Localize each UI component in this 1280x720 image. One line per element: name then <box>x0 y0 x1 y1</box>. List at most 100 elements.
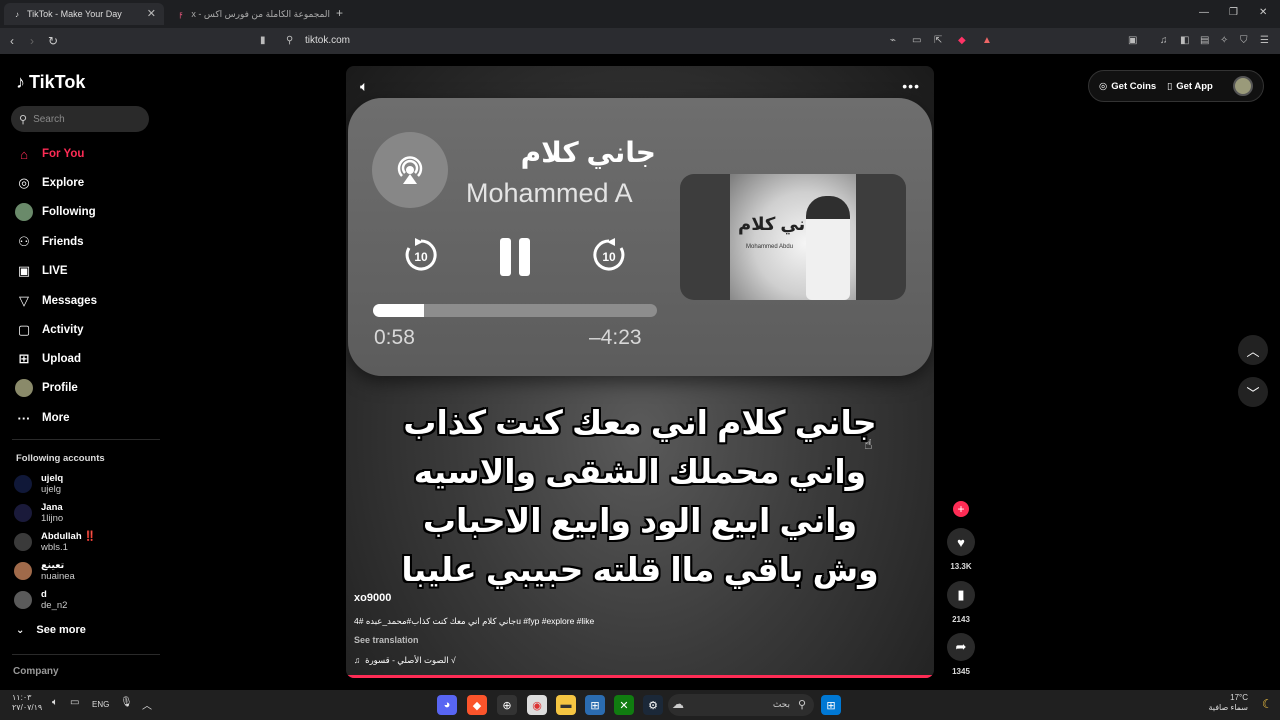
site-info-icon[interactable]: ⚲ <box>286 35 293 46</box>
save-button[interactable]: ▮ 2143 <box>947 581 975 624</box>
messages-icon: ▽ <box>19 293 29 308</box>
see-more-button[interactable]: ⌄ See more <box>16 619 86 641</box>
following-account[interactable]: d de_n2 <box>14 587 67 613</box>
bookmark-icon[interactable]: ▮ <box>260 35 266 46</box>
following-account[interactable]: تعينع nuainea <box>14 558 75 584</box>
following-account[interactable]: Abdullah ‼️ wbls.1 <box>14 529 96 555</box>
account-username: wbls.1 <box>41 542 68 553</box>
follow-plus-button[interactable]: + <box>953 501 969 517</box>
nav-label: For You <box>42 148 85 160</box>
artist-name: Mohammed A <box>466 178 633 208</box>
moon-icon: ☾ <box>1262 697 1273 711</box>
lyric-line: جاني كلام اني معك كنت كذاب <box>403 404 877 441</box>
back-icon[interactable]: ‹ <box>10 34 14 48</box>
nav-explore[interactable]: ◎ Explore <box>14 172 84 194</box>
speaker-icon[interactable]: 🔈︎ <box>52 697 58 708</box>
tab-second[interactable]: ϝ المجموعة الكاملة من فورس اكس - recex <box>168 3 330 25</box>
following-account[interactable]: ujelq ujelg <box>14 471 63 497</box>
more-options-icon[interactable]: ••• <box>902 78 920 94</box>
video-player[interactable]: 🔈︎ ••• جاني كلام Mohammed A 10 10 0:58 –… <box>346 66 934 678</box>
share-button[interactable]: ➦ 1345 <box>947 633 975 676</box>
translate-icon[interactable]: ⌁ <box>890 35 896 46</box>
next-video-button[interactable]: ﹀ <box>1238 377 1268 407</box>
menu-icon[interactable]: ☰ <box>1260 35 1269 46</box>
friends-icon: ⚇ <box>18 234 30 249</box>
previous-video-button[interactable]: ︿ <box>1238 335 1268 365</box>
language-indicator[interactable]: ENG <box>92 700 109 709</box>
volume-icon[interactable]: 🔈︎ <box>360 78 368 95</box>
tray-chevron-icon[interactable]: ︿ <box>142 697 152 712</box>
windows-taskbar: ١١:٠٣ ٢٧/٠٧/١٩ 🔈︎ ▭ ENG 🎙︎ ︿ ◕ ◆ ⊕ ◉ ▬ ⊞… <box>0 690 1280 720</box>
nav-messages[interactable]: ▽ Messages <box>14 290 97 312</box>
app-icon[interactable]: ⊕ <box>497 695 517 715</box>
music-label: الصوت الأصلي - قسورة √ <box>365 655 456 665</box>
brave-icon[interactable]: ◆ <box>467 695 487 715</box>
screen-icon[interactable]: ▭ <box>912 35 921 46</box>
search-input[interactable]: ⚲ Search <box>11 106 149 132</box>
brave-shield-icon[interactable]: ◆ <box>958 35 966 46</box>
skip-forward-icon: 10 <box>590 236 628 279</box>
network-icon[interactable]: ▭ <box>70 697 79 708</box>
steam-icon[interactable]: ⚙ <box>643 695 663 715</box>
weather-widget[interactable]: 17°C سماء صافية <box>1202 693 1248 713</box>
vpn-icon[interactable]: ⛉ <box>1240 35 1248 46</box>
nav-following[interactable]: Following <box>14 201 96 223</box>
nav-friends[interactable]: ⚇ Friends <box>14 231 83 253</box>
maximize-icon[interactable]: ❐ <box>1229 7 1238 18</box>
file-explorer-icon[interactable]: ▬ <box>556 695 576 715</box>
nav-live[interactable]: ▣ LIVE <box>14 260 68 282</box>
airplay-icon <box>372 132 448 208</box>
new-tab-icon[interactable]: + <box>336 6 343 20</box>
weather-temp: 17°C <box>1230 693 1248 702</box>
close-window-icon[interactable]: ✕ <box>1259 7 1267 18</box>
get-coins-label: Get Coins <box>1111 80 1157 92</box>
video-progress-bar[interactable] <box>346 675 934 678</box>
avatar <box>14 504 32 522</box>
see-translation-link[interactable]: See translation <box>354 635 419 645</box>
ai-icon[interactable]: ✧ <box>1220 35 1228 46</box>
chrome-icon[interactable]: ◉ <box>527 695 547 715</box>
music-icon[interactable]: ♫ <box>1160 35 1168 46</box>
sidebar-toggle-icon[interactable]: ◧ <box>1180 35 1189 46</box>
get-app-button[interactable]: ▯ Get App <box>1167 76 1213 96</box>
nav-upload[interactable]: ⊞ Upload <box>14 348 81 370</box>
company-link[interactable]: Company <box>13 666 59 677</box>
nav-activity[interactable]: ▢ Activity <box>14 319 84 341</box>
microphone-icon[interactable]: 🎙︎ <box>120 697 133 708</box>
share-icon[interactable]: ⇱ <box>934 35 942 46</box>
lyric-line: واني ابيع الود وابيع الاحباب <box>422 502 858 539</box>
account-username: ujelg <box>41 484 62 495</box>
user-avatar[interactable] <box>1233 76 1253 96</box>
xbox-icon[interactable]: ✕ <box>614 695 634 715</box>
get-coins-button[interactable]: ◎ Get Coins <box>1099 76 1156 96</box>
windows-start-icon[interactable]: ⊞ <box>821 695 841 715</box>
tab-tiktok[interactable]: ♪ TikTok - Make Your Day ✕ <box>4 3 164 25</box>
taskbar-search[interactable]: ☁ بحث ⚲ <box>668 694 814 716</box>
video-author[interactable]: xo9000 <box>354 592 391 604</box>
singer-image <box>806 196 850 300</box>
following-account[interactable]: Jana 1lijno <box>14 500 63 526</box>
nav-profile[interactable]: Profile <box>14 377 78 399</box>
nav-more[interactable]: ··· More <box>14 407 70 429</box>
extensions-icon[interactable]: ▤ <box>1200 35 1209 46</box>
clock-date: ٢٧/٠٧/١٩ <box>12 703 43 712</box>
like-button[interactable]: ♥ 13.3K <box>947 528 975 571</box>
nav-for-you[interactable]: ⌂ For You <box>14 143 84 165</box>
nav-label: LIVE <box>42 265 68 277</box>
close-tab-icon[interactable]: ✕ <box>147 7 156 20</box>
minimize-icon[interactable]: — <box>1199 7 1209 18</box>
discord-icon[interactable]: ◕ <box>437 695 457 715</box>
weather-desc: سماء صافية <box>1208 703 1248 712</box>
forward-icon[interactable]: › <box>30 34 34 48</box>
reload-icon[interactable]: ↻ <box>48 34 58 48</box>
like-count: 13.3K <box>950 562 972 571</box>
bookmark-icon: ▮ <box>947 581 975 609</box>
tiktok-logo[interactable]: ♪ TikTok <box>16 72 85 93</box>
clock[interactable]: ١١:٠٣ ٢٧/٠٧/١٩ <box>12 693 42 713</box>
tab-title: المجموعة الكاملة من فورس اكس - recex <box>191 8 330 19</box>
rewards-icon[interactable]: ▲ <box>982 35 992 46</box>
video-music[interactable]: ♫ الصوت الأصلي - قسورة √ <box>354 655 456 666</box>
wallet-icon[interactable]: ▣ <box>1128 35 1137 46</box>
store-icon[interactable]: ⊞ <box>585 695 605 715</box>
url-field[interactable]: tiktok.com <box>305 35 350 46</box>
